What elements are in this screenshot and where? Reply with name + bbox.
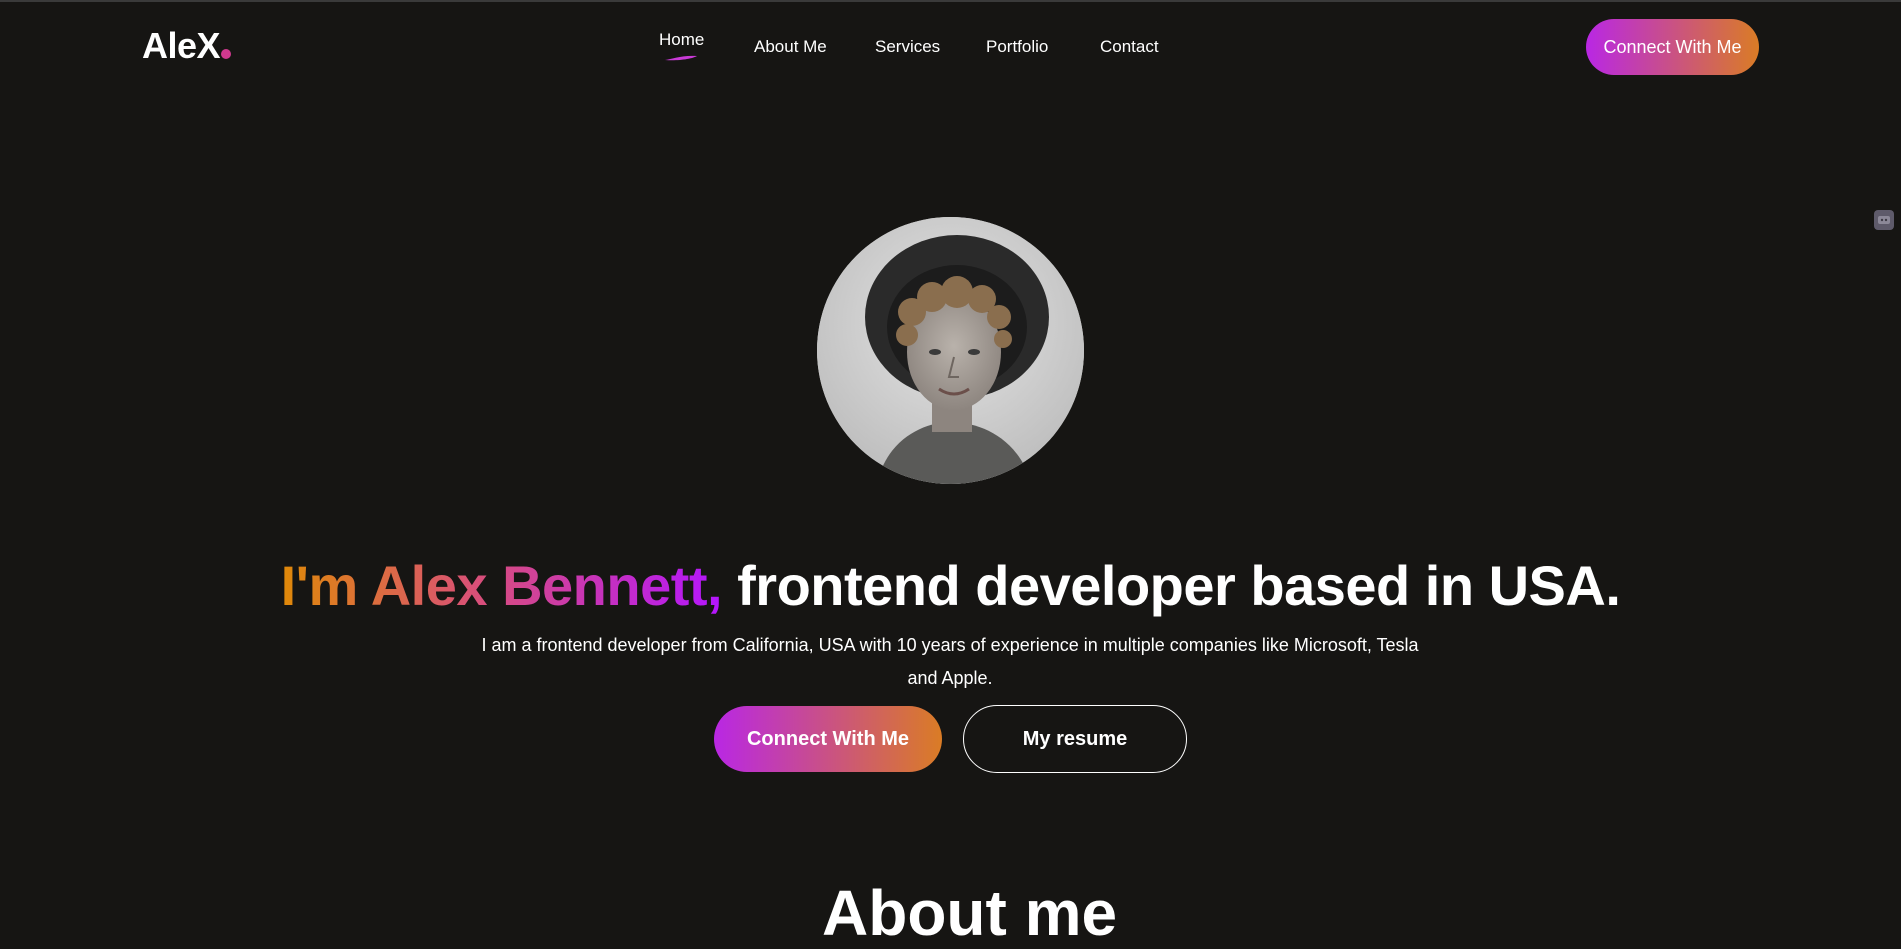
nav-item-services[interactable]: Services — [875, 37, 940, 57]
resume-button[interactable]: My resume — [963, 705, 1187, 773]
nav-active-underline-icon — [665, 55, 697, 61]
nav-item-portfolio[interactable]: Portfolio — [986, 37, 1048, 57]
profile-avatar — [817, 217, 1084, 484]
hero-title-name: I'm Alex Bennett, — [280, 553, 723, 617]
navbar: AleX Home About Me Services Portfolio Co… — [0, 0, 1901, 94]
nav-item-home[interactable]: Home — [659, 30, 704, 50]
hero-connect-button[interactable]: Connect With Me — [714, 706, 942, 772]
logo[interactable]: AleX — [142, 26, 221, 66]
nav-item-about-me[interactable]: About Me — [754, 37, 827, 57]
nav-item-contact[interactable]: Contact — [1100, 37, 1159, 57]
hero-description: I am a frontend developer from Californi… — [481, 635, 1419, 688]
nav-connect-button[interactable]: Connect With Me — [1586, 19, 1759, 75]
about-section-heading: About me — [822, 877, 1118, 949]
extension-widget-icon[interactable] — [1874, 210, 1894, 230]
hero-title-rest: frontend developer based in USA. — [722, 553, 1621, 617]
logo-dot-icon — [221, 49, 231, 59]
hero-title: I'm Alex Bennett, frontend developer bas… — [0, 554, 1901, 618]
